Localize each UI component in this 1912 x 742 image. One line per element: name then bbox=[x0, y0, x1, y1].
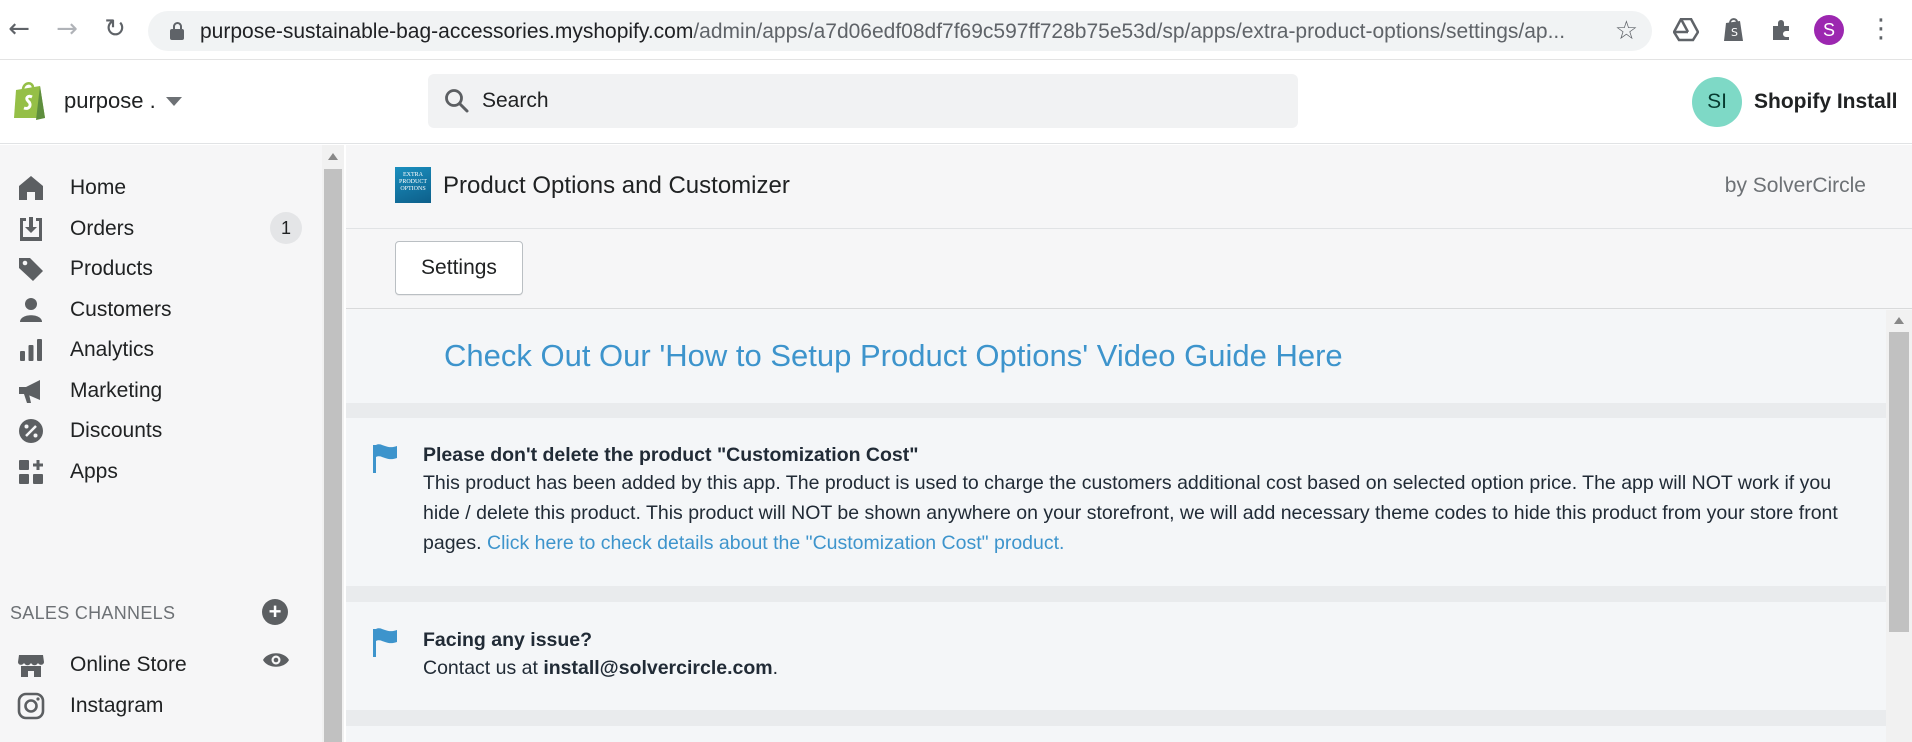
sidebar-item-label: Orders bbox=[70, 217, 135, 240]
sidebar-item-analytics[interactable]: Analytics bbox=[0, 327, 322, 371]
app-logo: EXTRA PRODUCT OPTIONS bbox=[395, 167, 431, 203]
search-input[interactable] bbox=[482, 86, 1262, 116]
url-host: purpose-sustainable-bag-accessories.mysh… bbox=[200, 20, 694, 43]
sidebar-item-label: Apps bbox=[70, 460, 118, 483]
orders-icon bbox=[20, 217, 42, 241]
sidebar-item-label: Home bbox=[70, 176, 127, 199]
customization-cost-details-link[interactable]: Click here to check details about the "C… bbox=[487, 532, 1064, 554]
bar-chart-icon bbox=[20, 339, 42, 361]
add-sales-channel-button[interactable]: + bbox=[262, 599, 288, 625]
back-icon[interactable]: ← bbox=[4, 14, 34, 44]
shopify-logo-icon[interactable] bbox=[12, 80, 48, 120]
scroll-up-arrow-icon[interactable] bbox=[328, 153, 338, 160]
sidebar-item-marketing[interactable]: Marketing bbox=[0, 368, 322, 412]
admin-top-bar: purpose . SI Shopify Install bbox=[0, 60, 1912, 144]
sidebar-item-label: Instagram bbox=[70, 694, 164, 717]
sidebar-item-orders[interactable]: Orders 1 bbox=[0, 206, 322, 250]
user-name[interactable]: Shopify Install bbox=[1754, 90, 1898, 114]
notice-title: Facing any issue? bbox=[423, 629, 593, 651]
search-icon bbox=[445, 89, 469, 113]
sidebar-item-label: Marketing bbox=[70, 379, 163, 402]
sidebar-item-label: Analytics bbox=[70, 338, 155, 361]
discount-icon bbox=[19, 419, 43, 443]
video-guide-link[interactable]: Check Out Our 'How to Setup Product Opti… bbox=[444, 338, 1343, 374]
sidebar-item-instagram[interactable]: Instagram bbox=[0, 683, 322, 727]
tag-icon bbox=[19, 258, 43, 281]
bookmark-star-icon[interactable]: ☆ bbox=[1615, 16, 1638, 46]
notice-body: This product has been added by this app.… bbox=[423, 468, 1853, 558]
instagram-icon bbox=[17, 692, 45, 720]
app-embedded-frame: Check Out Our 'How to Setup Product Opti… bbox=[346, 310, 1912, 742]
sidebar-item-products[interactable]: Products bbox=[0, 246, 322, 290]
address-bar[interactable]: purpose-sustainable-bag-accessories.mysh… bbox=[148, 11, 1652, 51]
contact-suffix: . bbox=[772, 657, 779, 679]
sidebar-item-label: Products bbox=[70, 257, 153, 280]
notice-support: Facing any issue? Contact us at install@… bbox=[346, 602, 1886, 710]
browser-menu-icon[interactable]: ⋮ bbox=[1868, 14, 1894, 44]
sidebar-item-home[interactable]: Home bbox=[0, 165, 322, 209]
drive-icon[interactable] bbox=[1672, 16, 1700, 44]
sidebar-scrollbar[interactable] bbox=[322, 145, 344, 742]
main-content: EXTRA PRODUCT OPTIONS Product Options an… bbox=[346, 145, 1912, 742]
app-developer: by SolverCircle bbox=[1724, 174, 1866, 197]
apps-icon bbox=[19, 460, 43, 484]
video-guide-card: Check Out Our 'How to Setup Product Opti… bbox=[346, 310, 1886, 403]
flag-icon bbox=[373, 444, 397, 473]
url-path: /admin/apps/a7d06edf08df7f69c597ff728b75… bbox=[693, 20, 1566, 43]
sidebar: Home Orders 1 Products Customers Analyti… bbox=[0, 145, 322, 742]
scroll-up-arrow-icon[interactable] bbox=[1894, 317, 1904, 324]
flag-icon bbox=[373, 628, 397, 657]
sidebar-item-apps[interactable]: Apps bbox=[0, 449, 322, 493]
eye-icon[interactable] bbox=[262, 650, 290, 670]
sidebar-item-customers[interactable]: Customers bbox=[0, 287, 322, 331]
sidebar-item-label: Customers bbox=[70, 298, 172, 321]
extensions-puzzle-icon[interactable] bbox=[1768, 16, 1796, 44]
app-tabbar: Settings bbox=[346, 229, 1912, 309]
sidebar-item-discounts[interactable]: Discounts bbox=[0, 408, 322, 452]
store-icon bbox=[18, 655, 44, 677]
scrollbar-thumb[interactable] bbox=[1889, 332, 1909, 632]
app-header: EXTRA PRODUCT OPTIONS Product Options an… bbox=[346, 145, 1912, 229]
search-bar[interactable] bbox=[428, 74, 1298, 128]
support-email[interactable]: install@solvercircle.com bbox=[543, 657, 772, 679]
home-icon bbox=[19, 176, 43, 200]
notice-customization-cost: Please don't delete the product "Customi… bbox=[346, 418, 1886, 586]
url-text[interactable]: purpose-sustainable-bag-accessories.mysh… bbox=[200, 20, 1565, 44]
user-avatar[interactable]: SI bbox=[1692, 77, 1742, 127]
notice-title: Please don't delete the product "Customi… bbox=[423, 444, 919, 466]
sidebar-item-label: Online Store bbox=[70, 653, 187, 676]
megaphone-icon bbox=[19, 380, 40, 403]
reload-icon[interactable]: ↻ bbox=[100, 14, 130, 44]
scrollbar-thumb[interactable] bbox=[324, 169, 342, 742]
sidebar-item-label: Discounts bbox=[70, 419, 163, 442]
person-icon bbox=[20, 298, 42, 322]
chevron-down-icon[interactable] bbox=[166, 97, 182, 106]
notice-next bbox=[346, 726, 1886, 742]
settings-button[interactable]: Settings bbox=[395, 241, 523, 295]
lock-icon bbox=[170, 22, 184, 40]
browser-toolbar: ← → ↻ purpose-sustainable-bag-accessorie… bbox=[0, 0, 1912, 60]
contact-prefix: Contact us at bbox=[423, 657, 538, 679]
svg-text:S: S bbox=[1731, 26, 1738, 39]
shopify-extension-icon[interactable]: S bbox=[1720, 16, 1748, 44]
forward-icon[interactable]: → bbox=[52, 14, 82, 44]
store-name[interactable]: purpose . bbox=[64, 88, 156, 114]
frame-scrollbar[interactable] bbox=[1886, 310, 1912, 742]
app-title: Product Options and Customizer bbox=[443, 172, 790, 199]
orders-count-badge: 1 bbox=[270, 212, 302, 244]
notice-body: Contact us at install@solvercircle.com. bbox=[423, 653, 1853, 683]
browser-profile-avatar[interactable]: S bbox=[1814, 15, 1844, 45]
sales-channels-heading: SALES CHANNELS bbox=[10, 603, 176, 623]
